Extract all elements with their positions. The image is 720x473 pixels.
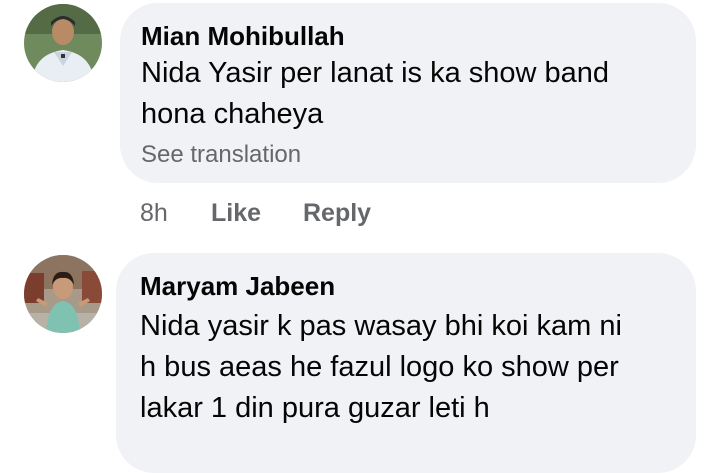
comment-text: Nida yasir k pas wasay bhi koi kam ni h … [140, 306, 622, 429]
user-photo-icon [24, 4, 102, 82]
comment-line: Nida Yasir per lanat is ka show band [141, 57, 610, 89]
comment-2: Maryam Jabeen Nida yasir k pas wasay bhi… [0, 240, 720, 473]
comment-text: Nida Yasir per lanat is ka show band hon… [141, 53, 609, 135]
comment-timestamp[interactable]: 8h [140, 199, 168, 228]
like-button[interactable]: Like [211, 199, 261, 228]
comment-actions: 8h Like Reply [140, 199, 440, 231]
avatar-mian-mohibullah[interactable] [24, 4, 102, 82]
comment-line: Nida yasir k pas wasay bhi koi kam ni [140, 310, 622, 342]
comment-line: hona chaheya [141, 98, 324, 130]
avatar-maryam-jabeen[interactable] [24, 255, 102, 333]
comment-bubble: Maryam Jabeen Nida yasir k pas wasay bhi… [116, 253, 696, 473]
comment-line: h bus aeas he fazul logo ko show per [140, 351, 619, 383]
comment-author[interactable]: Maryam Jabeen [140, 271, 335, 302]
comment-1: Mian Mohibullah Nida Yasir per lanat is … [0, 0, 720, 240]
reply-button[interactable]: Reply [303, 199, 371, 228]
comment-line: lakar 1 din pura guzar leti h [140, 392, 490, 424]
user-photo-icon [24, 255, 102, 333]
comment-bubble: Mian Mohibullah Nida Yasir per lanat is … [120, 3, 696, 183]
see-translation-link[interactable]: See translation [141, 141, 301, 169]
comment-author[interactable]: Mian Mohibullah [141, 21, 345, 52]
